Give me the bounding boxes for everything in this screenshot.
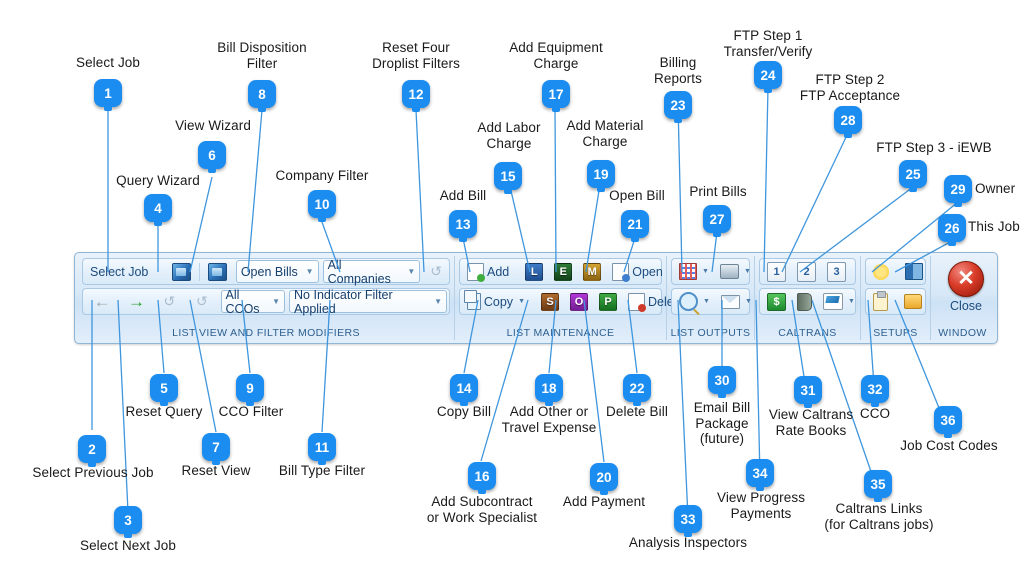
callout-label-18: Add Other or Travel Expense: [501, 404, 597, 435]
callout-badge-15: 15: [494, 162, 522, 194]
callout-label-21: Open Bill: [609, 188, 665, 203]
callout-label-20: Add Payment: [562, 494, 646, 509]
callout-label-16: Add Subcontract or Work Specialist: [426, 494, 538, 525]
callout-label-19: Add Material Charge: [566, 118, 644, 149]
callout-badge-19: 19: [587, 160, 615, 192]
callout-label-10: Company Filter: [275, 168, 369, 183]
callout-badge-32: 32: [861, 375, 889, 407]
callout-badge-6: 6: [198, 141, 226, 173]
callout-label-28: FTP Step 2 FTP Acceptance: [799, 72, 901, 103]
callout-badge-9: 9: [236, 374, 264, 406]
callout-label-5: Reset Query: [125, 404, 203, 419]
callout-badge-10: 10: [308, 190, 336, 222]
callout-badge-23: 23: [664, 91, 692, 123]
callout-label-29: Owner: [975, 181, 1016, 196]
callout-badge-1: 1: [94, 79, 122, 111]
callout-label-1: Select Job: [75, 55, 141, 70]
callout-label-9: CCO Filter: [218, 404, 284, 419]
callout-badge-21: 21: [621, 210, 649, 242]
callout-badge-3: 3: [114, 506, 142, 538]
callout-label-6: View Wizard: [175, 118, 251, 133]
callout-badge-12: 12: [402, 80, 430, 112]
callout-badge-18: 18: [535, 374, 563, 406]
callout-badge-17: 17: [542, 80, 570, 112]
callout-badge-22: 22: [623, 374, 651, 406]
callout-label-17: Add Equipment Charge: [509, 40, 603, 71]
callout-badge-26: 26: [938, 214, 966, 246]
callout-label-8: Bill Disposition Filter: [217, 40, 307, 71]
callout-label-11: Bill Type Filter: [278, 463, 366, 478]
callout-badge-13: 13: [449, 210, 477, 242]
callout-label-33: Analysis Inspectors: [628, 535, 748, 550]
callout-label-26: This Job: [968, 219, 1020, 234]
callout-label-30: Email Bill Package (future): [693, 400, 751, 446]
callout-badge-34: 34: [746, 459, 774, 491]
callout-label-24: FTP Step 1 Transfer/Verify: [723, 28, 813, 59]
callout-label-23: Billing Reports: [654, 55, 702, 86]
callout-label-25: FTP Step 3 - iEWB: [876, 140, 992, 155]
callout-badge-35: 35: [864, 470, 892, 502]
callout-badge-27: 27: [703, 205, 731, 237]
callout-badge-20: 20: [590, 463, 618, 495]
callout-badge-11: 11: [308, 433, 336, 465]
callout-label-7: Reset View: [181, 463, 251, 478]
callout-label-36: Job Cost Codes: [900, 438, 998, 453]
callout-badge-7: 7: [202, 433, 230, 465]
callout-layer: Select Job 1 Select Previous Job 2 Selec…: [0, 0, 1024, 569]
callout-badge-14: 14: [450, 374, 478, 406]
callout-label-15: Add Labor Charge: [477, 120, 541, 151]
callout-badge-4: 4: [144, 194, 172, 226]
callout-badge-2: 2: [78, 435, 106, 467]
callout-label-35: Caltrans Links (for Caltrans jobs): [824, 501, 934, 532]
callout-label-32: CCO: [859, 406, 891, 421]
callout-badge-16: 16: [468, 462, 496, 494]
callout-badge-33: 33: [674, 505, 702, 537]
callout-badge-30: 30: [708, 366, 736, 398]
callout-badge-8: 8: [248, 80, 276, 112]
callout-label-3: Select Next Job: [79, 538, 177, 553]
callout-label-34: View Progress Payments: [716, 490, 806, 521]
callout-badge-25: 25: [899, 160, 927, 192]
callout-label-22: Delete Bill: [606, 404, 668, 419]
callout-badge-24: 24: [754, 61, 782, 93]
callout-badge-29: 29: [944, 175, 972, 207]
callout-badge-28: 28: [834, 106, 862, 138]
callout-badge-5: 5: [150, 374, 178, 406]
callout-label-2: Select Previous Job: [32, 465, 154, 480]
callout-label-13: Add Bill: [439, 188, 487, 203]
callout-label-4: Query Wizard: [116, 173, 200, 188]
callout-label-27: Print Bills: [689, 184, 747, 199]
callout-badge-36: 36: [934, 406, 962, 438]
callout-label-12: Reset Four Droplist Filters: [372, 40, 460, 71]
callout-badge-31: 31: [794, 376, 822, 408]
